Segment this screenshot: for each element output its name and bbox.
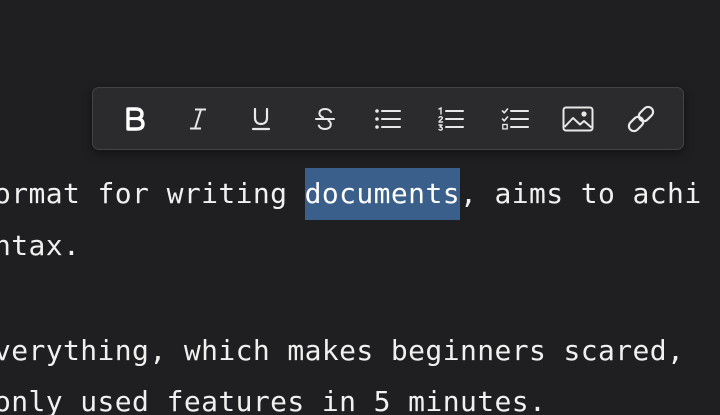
- text-segment: ntax.: [0, 229, 81, 262]
- text-line[interactable]: ntax.: [0, 220, 80, 272]
- text-segment: ormat for writing: [0, 177, 305, 210]
- text-line[interactable]: verything, which makes beginners scared,: [0, 325, 684, 377]
- ordered-list-icon: [437, 106, 465, 132]
- underline-button[interactable]: [238, 96, 284, 142]
- image-button[interactable]: [555, 96, 601, 142]
- strikethrough-icon: [313, 106, 337, 132]
- ordered-list-button[interactable]: [428, 96, 474, 142]
- bold-button[interactable]: [112, 96, 158, 142]
- text-segment: verything, which makes beginners scared,: [0, 334, 685, 367]
- text-line[interactable]: ormat for writing documents, aims to ach…: [0, 168, 702, 220]
- bold-icon: [123, 106, 147, 132]
- bullet-list-button[interactable]: [365, 96, 411, 142]
- text-segment: only used features in 5 minutes.: [0, 385, 547, 415]
- strikethrough-button[interactable]: [302, 96, 348, 142]
- link-button[interactable]: [618, 96, 664, 142]
- formatting-toolbar: [92, 87, 684, 150]
- italic-icon: [186, 106, 210, 132]
- bullet-list-icon: [374, 107, 402, 131]
- italic-button[interactable]: [175, 96, 221, 142]
- editor-area[interactable]: ormat for writing documents, aims to ach…: [0, 0, 720, 415]
- underline-icon: [249, 106, 273, 132]
- selected-text[interactable]: documents: [304, 168, 460, 220]
- link-icon: [627, 105, 655, 133]
- text-segment: , aims to achi: [459, 177, 702, 210]
- text-line[interactable]: only used features in 5 minutes.: [0, 376, 546, 415]
- task-list-icon: [501, 107, 529, 131]
- image-icon: [562, 106, 594, 132]
- task-list-button[interactable]: [492, 96, 538, 142]
